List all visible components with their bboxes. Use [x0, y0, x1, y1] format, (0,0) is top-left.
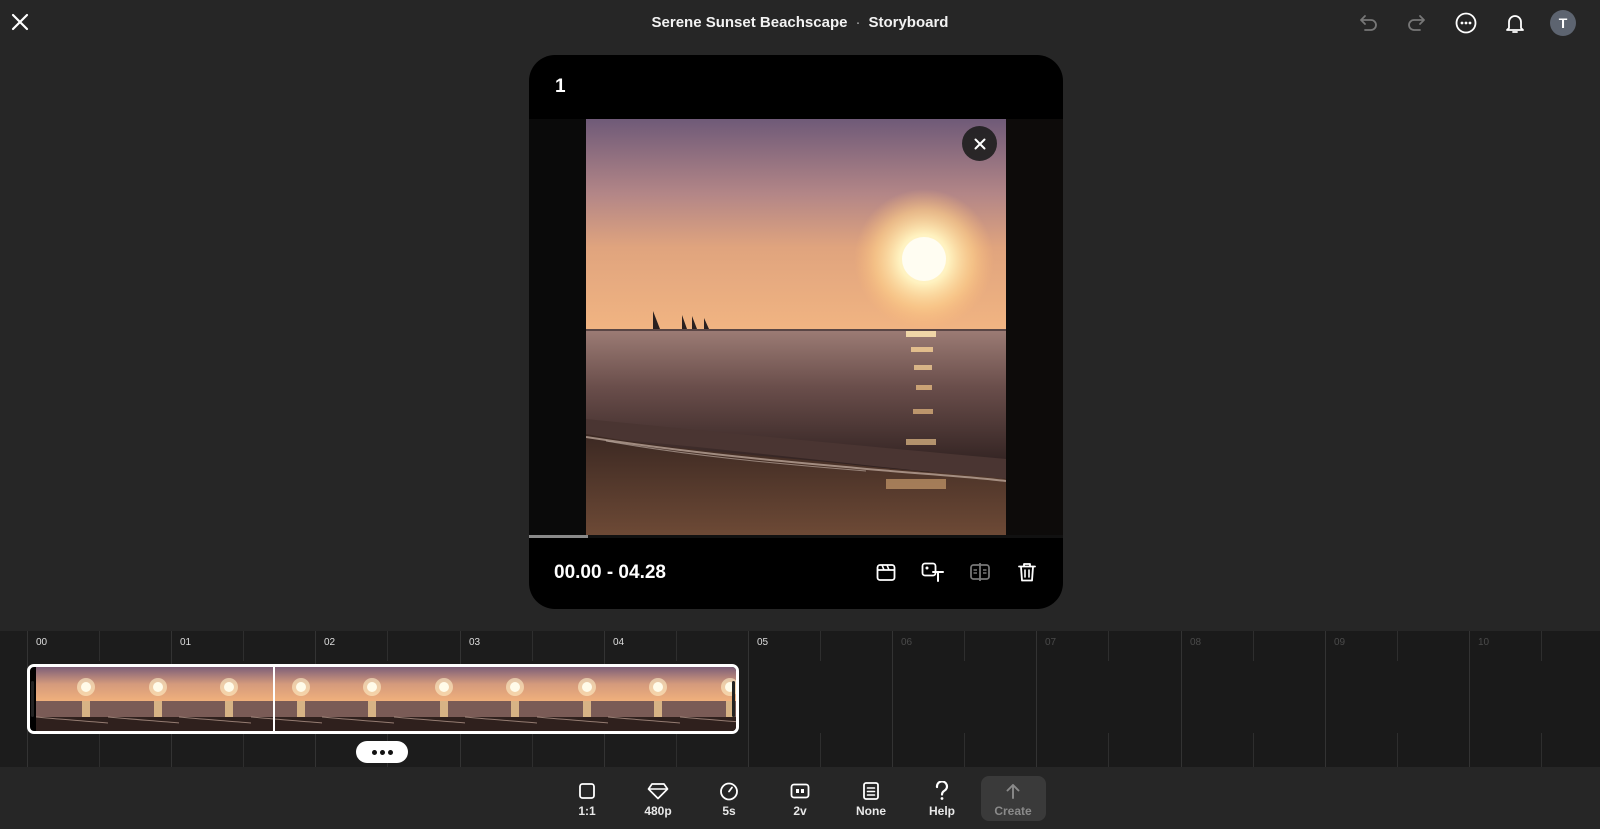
timeline-tick-label: 04: [613, 637, 625, 648]
timeline-subgridline: [964, 733, 965, 767]
timeline-subgridline: [243, 733, 244, 767]
split-icon: [970, 563, 990, 581]
timeline-tick-label: 02: [324, 637, 336, 648]
playhead[interactable]: [273, 664, 275, 734]
resolution-button[interactable]: 480p: [626, 776, 691, 821]
sunset-beach-image: [586, 119, 1006, 537]
remove-frame-button[interactable]: [962, 126, 997, 161]
dot-icon: [379, 749, 385, 755]
clip-thumbnail: [35, 667, 109, 731]
timeline-tick-label: 00: [36, 637, 48, 648]
dot-icon: [371, 749, 377, 755]
clip-thumbnail: [393, 667, 466, 731]
scene-preview-image[interactable]: [586, 119, 1006, 537]
style-preset-icon: [863, 782, 879, 800]
variations-label: 2v: [793, 804, 807, 818]
timeline-tick-label: 01: [180, 637, 192, 648]
scene-time-range: 00.00 - 04.28: [554, 562, 666, 583]
timeline-tick-label: 09: [1334, 637, 1346, 648]
variations-button[interactable]: 2v: [768, 776, 833, 821]
timeline-subgridline: [820, 733, 821, 767]
redo-button[interactable]: [1403, 9, 1430, 36]
edit-scene-button[interactable]: [874, 560, 898, 584]
clip-thumbnail: [250, 667, 323, 731]
bottom-toolbar: 1:1 480p 5s 2v None Help Create: [0, 767, 1600, 829]
timeline-subgridline: [1397, 733, 1398, 767]
undo-button[interactable]: [1354, 9, 1381, 36]
timeline-subgridline: [676, 733, 677, 767]
square-aspect-icon: [579, 783, 595, 799]
clip-thumbnail: [321, 667, 395, 731]
timeline-subgridline: [1108, 733, 1109, 767]
clip-trim-handle-left[interactable]: [31, 681, 34, 717]
style-preset-label: None: [856, 804, 886, 818]
trash-icon: [1018, 563, 1036, 582]
timeline-subgridline: [532, 733, 533, 767]
timeline-subgridline: [99, 733, 100, 767]
image-text-icon: [921, 562, 944, 582]
clip-thumbnail: [607, 667, 681, 731]
timeline-subgridline: [1253, 733, 1254, 767]
bell-icon: [1505, 14, 1524, 33]
clip-thumbnail: [464, 667, 538, 731]
style-preset-button[interactable]: None: [839, 776, 904, 821]
aspect-ratio-label: 1:1: [578, 804, 596, 818]
aspect-ratio-button[interactable]: 1:1: [555, 776, 620, 821]
top-bar: Serene Sunset Beachscape · Storyboard T: [0, 0, 1600, 46]
variations-icon: [790, 783, 810, 799]
dot-icon: [387, 749, 393, 755]
playback-progress[interactable]: [529, 535, 1063, 538]
timeline-tick-label: 08: [1190, 637, 1202, 648]
timeline-subgridline: [1541, 733, 1542, 767]
clip-thumbnail: [679, 667, 736, 731]
avatar[interactable]: T: [1550, 9, 1576, 36]
undo-icon: [1359, 14, 1377, 31]
project-title: Serene Sunset Beachscape: [651, 14, 848, 31]
clip-thumbnail: [536, 667, 609, 731]
playback-progress-fill: [529, 535, 588, 538]
timeline-tick-label: 07: [1045, 637, 1057, 648]
timeline-tick-label: 10: [1478, 637, 1490, 648]
scene-card: 1 00.00 - 04.28: [529, 55, 1063, 609]
resolution-label: 480p: [644, 804, 672, 818]
duration-button[interactable]: 5s: [697, 776, 762, 821]
clip-thumbnail: [107, 667, 180, 731]
clapperboard-icon: [876, 564, 896, 581]
clip-thumbnail: [178, 667, 252, 731]
more-options-button[interactable]: [1452, 9, 1479, 36]
timeline-tick-label: 03: [469, 637, 481, 648]
more-circle-icon: [1455, 12, 1476, 33]
clip-thumbnail-strip: [35, 667, 736, 731]
redo-icon: [1407, 14, 1425, 31]
close-icon: [974, 138, 985, 149]
timeline-ruler[interactable]: 00 01 02 03 04 05 06 07 08 09 10: [0, 631, 1600, 661]
frame-letterbox-right: [1006, 119, 1063, 537]
timer-icon: [720, 782, 738, 801]
arrow-up-icon: [1006, 784, 1020, 799]
notifications-button[interactable]: [1501, 9, 1528, 36]
split-compare-button[interactable]: [968, 560, 992, 584]
help-label: Help: [928, 804, 955, 818]
create-button[interactable]: Create: [980, 776, 1046, 821]
timeline-clip[interactable]: [27, 664, 739, 734]
create-label: Create: [994, 804, 1032, 818]
title-separator: ·: [855, 14, 861, 31]
text-overlay-button[interactable]: [921, 560, 945, 584]
timeline-tick-label: 06: [901, 637, 913, 648]
delete-scene-button[interactable]: [1015, 560, 1039, 584]
diamond-quality-icon: [647, 783, 669, 800]
clip-trim-handle-right[interactable]: [732, 681, 735, 717]
question-icon: [935, 781, 949, 800]
clip-more-button[interactable]: [356, 741, 408, 763]
timeline[interactable]: 00 01 02 03 04 05 06 07 08 09 10: [0, 631, 1600, 767]
duration-label: 5s: [722, 804, 736, 818]
help-button[interactable]: Help: [910, 776, 975, 821]
scene-number: 1: [555, 76, 566, 97]
frame-letterbox-left: [529, 119, 586, 537]
view-title: Storyboard: [868, 14, 949, 31]
timeline-tick-label: 05: [757, 637, 769, 648]
